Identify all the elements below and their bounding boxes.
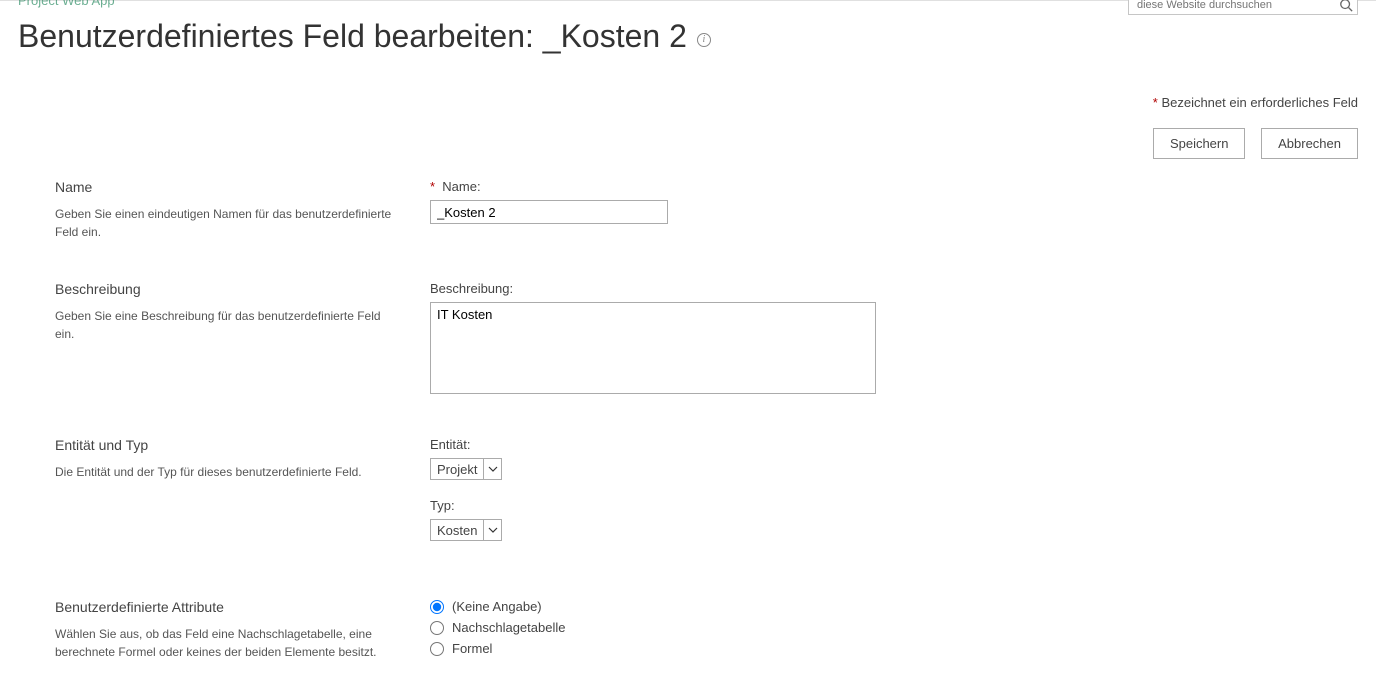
attr-label-formula: Formel (452, 641, 492, 656)
attr-label-lookup: Nachschlagetabelle (452, 620, 565, 635)
chevron-down-icon (483, 459, 501, 479)
breadcrumb-link[interactable]: Project Web App (18, 0, 115, 8)
attr-option-lookup[interactable]: Nachschlagetabelle (430, 620, 1358, 635)
required-asterisk: * (430, 179, 435, 194)
section-attrs-desc: Wählen Sie aus, ob das Feld eine Nachsch… (55, 625, 400, 661)
section-custom-attributes: Benutzerdefinierte Attribute Wählen Sie … (55, 599, 1358, 662)
info-icon[interactable]: i (697, 33, 711, 47)
section-attrs-title: Benutzerdefinierte Attribute (55, 599, 400, 615)
page-title: Benutzerdefiniertes Feld bearbeiten: _Ko… (18, 18, 687, 55)
search-input[interactable] (1137, 0, 1339, 11)
search-box[interactable] (1128, 0, 1358, 15)
section-name-desc: Geben Sie einen eindeutigen Namen für da… (55, 205, 400, 241)
entity-select-value: Projekt (431, 462, 483, 477)
attr-radio-formula[interactable] (430, 642, 444, 656)
save-button[interactable]: Speichern (1153, 128, 1246, 159)
attr-label-none: (Keine Angabe) (452, 599, 542, 614)
attr-radio-lookup[interactable] (430, 621, 444, 635)
cancel-button[interactable]: Abbrechen (1261, 128, 1358, 159)
section-entity-desc: Die Entität und der Typ für dieses benut… (55, 463, 400, 481)
attr-option-none[interactable]: (Keine Angabe) (430, 599, 1358, 614)
description-textarea[interactable] (430, 302, 876, 394)
entity-field-label: Entität: (430, 437, 1358, 452)
required-asterisk: * (1153, 95, 1158, 110)
section-entity-title: Entität und Typ (55, 437, 400, 453)
section-entity-type: Entität und Typ Die Entität und der Typ … (55, 437, 1358, 599)
description-field-label: Beschreibung: (430, 281, 1358, 296)
section-name: Name Geben Sie einen eindeutigen Namen f… (55, 179, 1358, 281)
entity-select[interactable]: Projekt (430, 458, 502, 480)
name-field-label: Name: (442, 179, 480, 194)
name-input[interactable] (430, 200, 668, 224)
section-name-title: Name (55, 179, 400, 195)
attr-radio-none[interactable] (430, 600, 444, 614)
attr-option-formula[interactable]: Formel (430, 641, 1358, 656)
chevron-down-icon (483, 520, 501, 540)
search-icon[interactable] (1339, 0, 1353, 12)
type-select[interactable]: Kosten (430, 519, 502, 541)
section-description-title: Beschreibung (55, 281, 400, 297)
required-note: Bezeichnet ein erforderliches Feld (1161, 95, 1358, 110)
section-description-desc: Geben Sie eine Beschreibung für das benu… (55, 307, 400, 343)
section-description: Beschreibung Geben Sie eine Beschreibung… (55, 281, 1358, 437)
type-field-label: Typ: (430, 498, 1358, 513)
type-select-value: Kosten (431, 523, 483, 538)
